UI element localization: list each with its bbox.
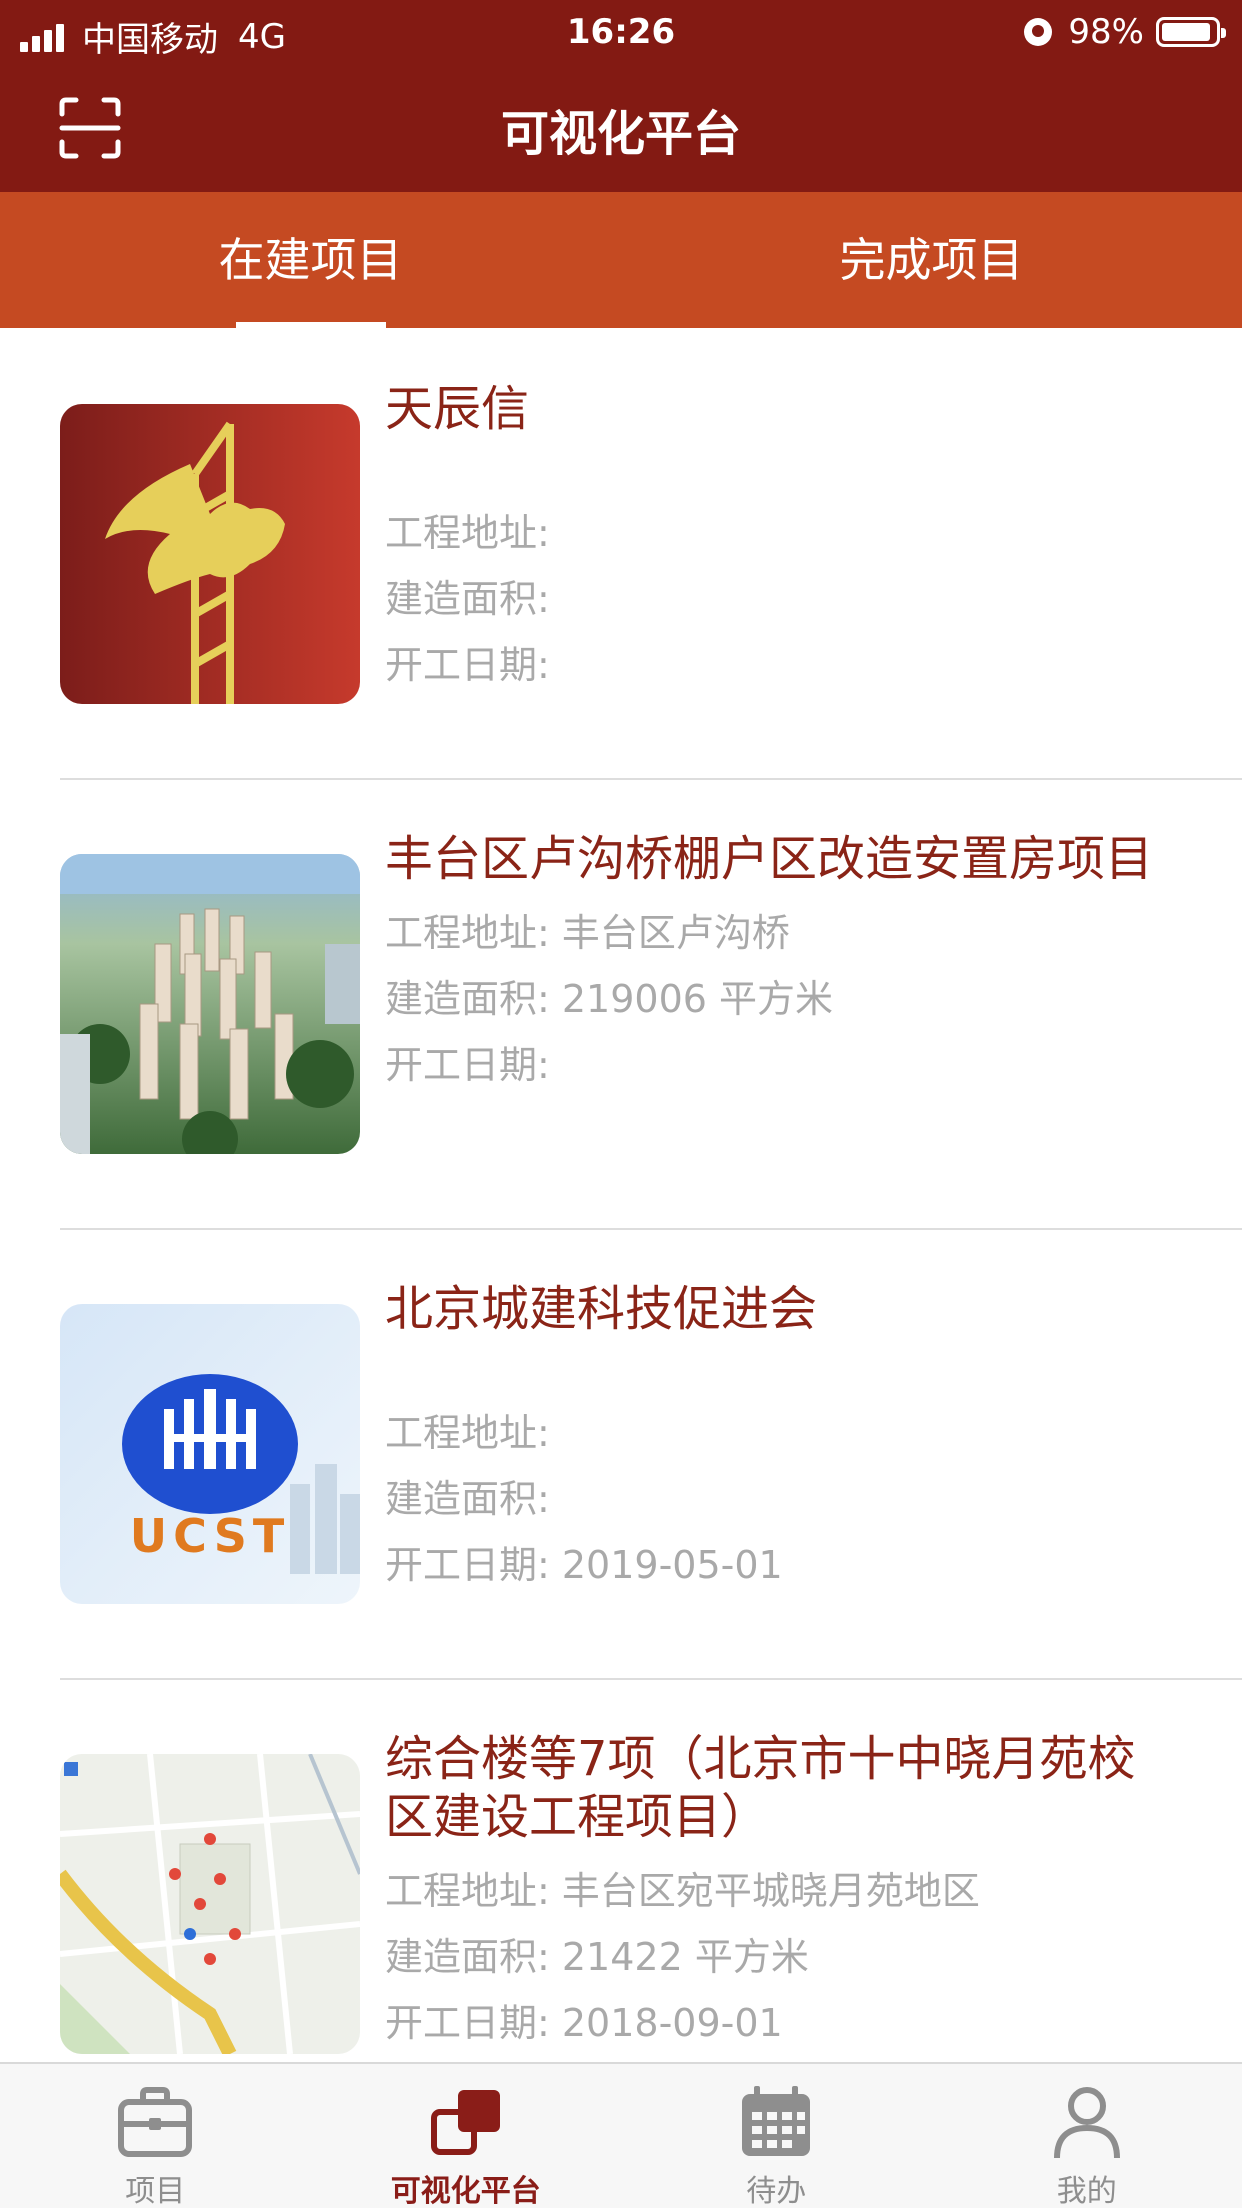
list-item[interactable]: 丰台区卢沟桥棚户区改造安置房项目 工程地址: 丰台区卢沟桥 建造面积: 2190… [0,778,1242,1230]
project-title: 天辰信 [385,381,530,437]
tab-label: 在建项目 [218,233,403,287]
tower-crane-logo-icon [60,404,360,704]
project-start-date: 开工日期: [385,1043,550,1087]
project-info: 北京城建科技促进会 工程地址: 建造面积: 开工日期: 2019-05-01 [385,1280,1175,1598]
project-area: 建造面积: 219006 平方米 [385,977,834,1021]
project-thumbnail [60,1754,360,2054]
project-thumbnail: UCST [60,1304,360,1604]
project-thumbnail [60,404,360,704]
project-address: 工程地址: 丰台区卢沟桥 [385,911,790,955]
list-item[interactable]: 天辰信 工程地址: 建造面积: 开工日期: [0,328,1242,780]
tabbar-label: 可视化平台 [390,2174,541,2208]
calendar-icon [742,2086,811,2156]
project-list: 天辰信 工程地址: 建造面积: 开工日期: 丰台区卢沟桥棚户区改造安置房项目 工… [0,328,1242,2062]
project-area: 建造面积: [385,1477,550,1521]
page-title: 可视化平台 [500,106,741,162]
tab-in-progress[interactable]: 在建项目 [0,192,621,328]
list-item[interactable]: UCST 北京城建科技促进会 工程地址: 建造面积: 开工日期: 2019-05… [0,1228,1242,1680]
tabbar-label: 项目 [125,2174,186,2208]
site-map-icon [60,1754,360,2054]
battery-icon [1156,17,1226,47]
tabbar-item-projects[interactable]: 项目 [0,2064,311,2208]
tabbar-label: 我的 [1056,2174,1117,2208]
tab-completed[interactable]: 完成项目 [621,192,1242,328]
project-start-date: 开工日期: [385,643,550,687]
project-info: 综合楼等7项（北京市十中晓月苑校区建设工程项目） 工程地址: 丰台区宛平城晓月苑… [385,1730,1175,2056]
project-area: 建造面积: 21422 平方米 [385,1935,809,1979]
tabbar-item-todo[interactable]: 待办 [621,2064,932,2208]
project-info: 天辰信 工程地址: 建造面积: 开工日期: [385,380,1175,698]
tabbar-item-visualization[interactable]: 可视化平台 [311,2064,622,2208]
person-icon [1053,2087,1120,2159]
project-thumbnail [60,854,360,1154]
top-bar: 中国移动 4G 16:26 98% 可视化平台 [0,0,1242,192]
project-start-date: 开工日期: 2019-05-01 [385,1543,783,1587]
project-area: 建造面积: [385,577,550,621]
list-item[interactable]: 综合楼等7项（北京市十中晓月苑校区建设工程项目） 工程地址: 丰台区宛平城晓月苑… [0,1678,1242,2062]
project-start-date: 开工日期: 2018-09-01 [385,2001,783,2045]
project-address: 工程地址: [385,511,550,555]
residential-aerial-icon [60,854,360,1154]
bottom-tab-bar: 项目 可视化平台 待办 我的 [0,2062,1242,2208]
tabbar-label: 待办 [746,2174,807,2208]
battery-percent: 98% [1068,12,1144,52]
tabbar-item-me[interactable]: 我的 [932,2064,1242,2208]
status-bar: 中国移动 4G 16:26 98% [0,0,1242,62]
alarm-icon [1024,18,1053,46]
ucst-logo-text: UCST [130,1509,290,1563]
nav-bar: 可视化平台 [0,62,1242,192]
project-address: 工程地址: 丰台区宛平城晓月苑地区 [385,1869,980,1913]
project-title: 丰台区卢沟桥棚户区改造安置房项目 [385,831,1154,887]
project-info: 丰台区卢沟桥棚户区改造安置房项目 工程地址: 丰台区卢沟桥 建造面积: 2190… [385,830,1175,1098]
ucst-logo-icon: UCST [60,1304,360,1604]
briefcase-icon [118,2087,193,2157]
visualization-icon [430,2090,500,2155]
project-address: 工程地址: [385,1411,550,1455]
project-title: 北京城建科技促进会 [385,1281,818,1337]
segment-tabs: 在建项目 完成项目 [0,192,1242,328]
tab-label: 完成项目 [839,233,1024,287]
project-title: 综合楼等7项（北京市十中晓月苑校区建设工程项目） [385,1731,1136,1845]
